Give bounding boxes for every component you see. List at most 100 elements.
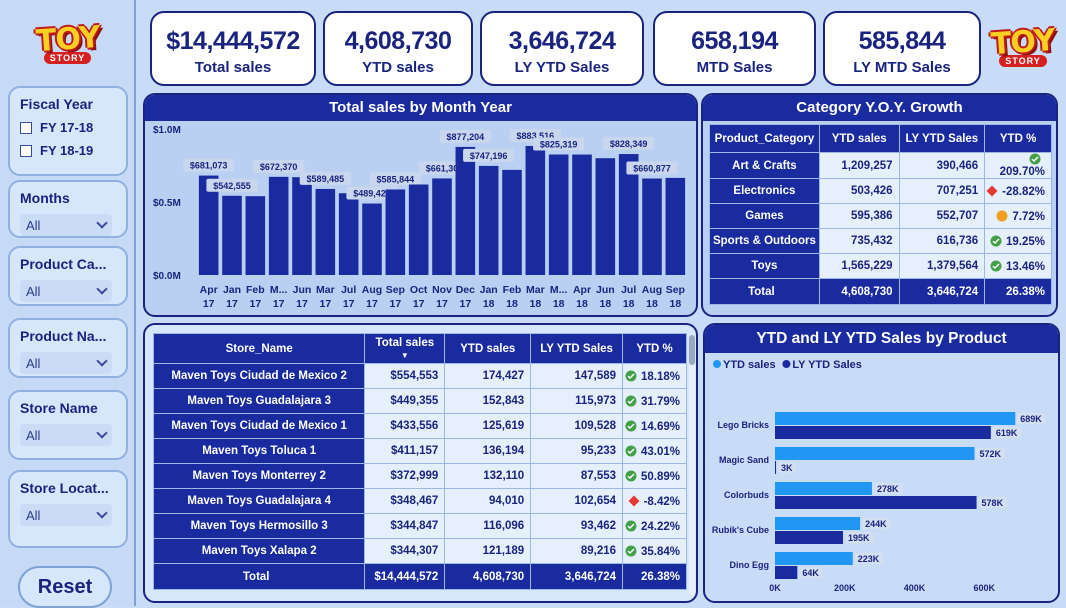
- ytd-pct: 19.25%: [984, 228, 1052, 254]
- category-row[interactable]: Electronics 503,426 707,251 -28.82%: [709, 178, 1052, 204]
- table-row[interactable]: Maven Toys Ciudad de Mexico 1 $433,556 125…: [152, 413, 687, 439]
- store-name-dropdown[interactable]: All: [20, 424, 112, 446]
- checkbox-icon[interactable]: [20, 121, 32, 134]
- table-row[interactable]: Maven Toys Guadalajara 3 $449,355 152,843 1…: [152, 388, 687, 414]
- product-bar[interactable]: [775, 426, 991, 439]
- total-sales: $14,444,572: [364, 563, 446, 590]
- monthly-sales-panel: Total sales by Month Year $1.0M $0.5M $0.0…: [143, 93, 698, 317]
- product-bar[interactable]: [775, 412, 1016, 425]
- reset-button[interactable]: Reset: [18, 566, 112, 608]
- product-category-dropdown[interactable]: All: [20, 280, 112, 302]
- kpi-label: Total sales: [194, 59, 272, 76]
- month-bar[interactable]: [525, 146, 546, 275]
- chevron-down-icon: [96, 355, 108, 367]
- kpi-value: 4,608,730: [344, 27, 452, 55]
- data-label: 572K: [979, 449, 1001, 459]
- store-name: Maven Toys Guadalajara 3: [152, 388, 366, 414]
- category-row[interactable]: Sports & Outdoors 735,432 616,736 19.25%: [709, 228, 1052, 254]
- check-circle-icon: [1029, 153, 1041, 165]
- product-bar[interactable]: [775, 566, 798, 579]
- store-ytd-pct: 43.01%: [622, 438, 687, 464]
- col-header-ly-ytd-sales[interactable]: LY YTD Sales: [530, 333, 624, 364]
- x-tick-label: Nov: [432, 284, 452, 296]
- store-ytd-pct: -8.42%: [622, 488, 687, 514]
- month-bar[interactable]: [315, 188, 336, 275]
- scrollbar[interactable]: [689, 335, 695, 595]
- product-bar[interactable]: [775, 552, 853, 565]
- sort-desc-icon: ▼: [400, 350, 409, 360]
- month-bar[interactable]: [502, 169, 522, 275]
- store-ytd-sales: 121,189: [444, 538, 532, 564]
- month-bar[interactable]: [432, 178, 452, 275]
- x-tick-label: 17: [366, 298, 378, 310]
- x-tick-label: 18: [506, 298, 518, 310]
- col-header-ytd-pct[interactable]: YTD %: [622, 333, 687, 364]
- col-header-ytd[interactable]: YTD sales: [818, 124, 900, 153]
- col-header-store-name[interactable]: Store_Name: [152, 333, 366, 364]
- fiscal-year-option-1[interactable]: FY 17-18: [20, 120, 116, 135]
- col-header-category[interactable]: Product_Category: [709, 124, 820, 153]
- month-bar[interactable]: [595, 158, 616, 275]
- month-bar[interactable]: [665, 177, 686, 275]
- month-bar[interactable]: [455, 146, 476, 275]
- table-row[interactable]: Maven Toys Toluca 1 $411,157 136,194 95,233…: [152, 438, 687, 464]
- total-pct: 26.38%: [622, 563, 687, 590]
- table-row[interactable]: Maven Toys Guadalajara 4 $348,467 94,010 10…: [152, 488, 687, 514]
- product-bar[interactable]: [775, 461, 777, 474]
- checkbox-icon[interactable]: [20, 144, 32, 157]
- data-label: $585,844: [377, 174, 415, 184]
- check-circle-icon: [625, 445, 637, 456]
- ytd-pct: 7.72%: [984, 203, 1052, 229]
- month-bar[interactable]: [245, 196, 266, 275]
- month-bar[interactable]: [385, 189, 406, 275]
- x-tick-label: 17: [203, 298, 215, 310]
- legend-label[interactable]: LY YTD Sales: [792, 359, 862, 371]
- month-bar[interactable]: [478, 165, 499, 275]
- ly-ytd-sales: 552,707: [898, 203, 986, 229]
- month-bar[interactable]: [362, 203, 382, 275]
- store-ytd-sales: 116,096: [444, 513, 532, 539]
- col-header-ytd-sales[interactable]: YTD sales: [444, 333, 532, 364]
- logo-text: TOY: [34, 19, 101, 60]
- store-location-dropdown[interactable]: All: [20, 504, 112, 526]
- fiscal-year-option-2[interactable]: FY 18-19: [20, 143, 116, 158]
- product-name-dropdown[interactable]: All: [20, 352, 112, 374]
- month-bar[interactable]: [268, 176, 289, 275]
- months-dropdown[interactable]: All: [20, 214, 112, 236]
- store-ytd-pct: 50.89%: [622, 463, 687, 489]
- month-bar[interactable]: [292, 177, 312, 275]
- category-row[interactable]: Toys 1,565,229 1,379,564 13.46%: [709, 253, 1052, 279]
- table-row[interactable]: Maven Toys Monterrey 2 $372,999 132,110 87,…: [152, 463, 687, 489]
- chevron-down-icon: [96, 217, 108, 229]
- month-bar[interactable]: [548, 154, 569, 275]
- product-bar[interactable]: [775, 447, 975, 460]
- month-bar[interactable]: [408, 184, 429, 275]
- month-bar[interactable]: [338, 193, 359, 275]
- scrollbar-thumb[interactable]: [689, 335, 695, 365]
- month-bar[interactable]: [642, 178, 662, 275]
- table-row[interactable]: Maven Toys Hermosillo 3 $344,847 116,096 93…: [152, 513, 687, 539]
- ytd-sales: 1,565,229: [818, 253, 900, 279]
- month-bar[interactable]: [222, 195, 242, 275]
- month-bar[interactable]: [572, 154, 592, 275]
- table-row[interactable]: Maven Toys Xalapa 2 $344,307 121,189 89,216…: [152, 538, 687, 564]
- product-bar[interactable]: [775, 517, 861, 530]
- table-row[interactable]: Maven Toys Ciudad de Mexico 2 $554,553 174…: [152, 363, 687, 389]
- category-row[interactable]: Games 595,386 552,707 7.72%: [709, 203, 1052, 229]
- x-tick-label: Jun: [293, 284, 312, 296]
- category-row[interactable]: Art & Crafts 1,209,257 390,466 209.70%: [709, 152, 1052, 179]
- kpi-ytd-sales: 4,608,730 YTD sales: [323, 11, 473, 86]
- legend-label[interactable]: YTD sales: [723, 359, 776, 371]
- col-header-ly-ytd[interactable]: LY YTD Sales: [898, 124, 986, 153]
- product-bar[interactable]: [775, 496, 977, 509]
- product-bar[interactable]: [775, 531, 843, 544]
- kpi-value: 658,194: [691, 27, 778, 55]
- x-tick-label: 18: [646, 298, 658, 310]
- col-header-total-sales[interactable]: Total sales ▼: [364, 333, 446, 364]
- product-bar[interactable]: [775, 482, 872, 495]
- check-circle-icon: [625, 395, 637, 406]
- data-label: 578K: [982, 498, 1004, 508]
- x-tick-label: M...: [270, 284, 288, 296]
- ytd-sales: 1,209,257: [818, 152, 900, 179]
- col-header-ytd-pct[interactable]: YTD %: [984, 124, 1052, 153]
